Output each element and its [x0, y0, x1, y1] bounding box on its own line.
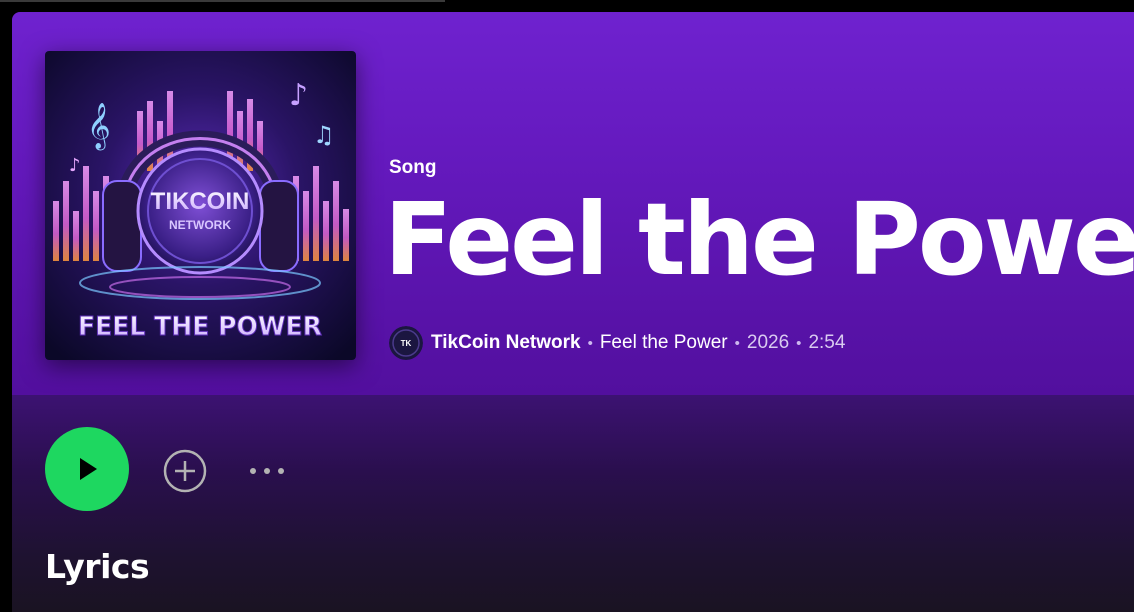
play-button[interactable] — [45, 427, 129, 511]
play-icon — [80, 458, 97, 480]
lyrics-heading: Lyrics — [45, 547, 150, 586]
meta-separator: • — [587, 334, 593, 352]
top-bar — [0, 0, 1134, 12]
artist-link[interactable]: TikCoin Network — [431, 332, 581, 354]
artist-avatar[interactable]: TK — [389, 326, 423, 360]
release-year: 2026 — [746, 332, 790, 353]
action-area — [12, 395, 1134, 612]
svg-text:𝄞: 𝄞 — [87, 103, 111, 151]
meta-separator: • — [796, 334, 802, 352]
add-circle-icon — [163, 449, 207, 493]
cover-logo-text: TIKCOIN — [151, 188, 250, 215]
add-to-library-button[interactable] — [163, 449, 207, 493]
more-options-button[interactable] — [242, 456, 292, 486]
song-cover-art[interactable]: 𝄞 ♪ ♫ ♪ TIKCOIN NETWORK FEEL THE POWER — [45, 51, 356, 360]
meta-separator: • — [734, 334, 740, 352]
song-meta: TK TikCoin Network • Feel the Power • 20… — [389, 326, 845, 360]
svg-text:♫: ♫ — [313, 121, 335, 149]
song-page: 𝄞 ♪ ♫ ♪ TIKCOIN NETWORK FEEL THE POWER S… — [12, 12, 1134, 612]
svg-text:♪: ♪ — [69, 155, 81, 176]
cover-title-text: FEEL THE POWER — [78, 312, 322, 342]
cover-logo-subtext: NETWORK — [169, 218, 231, 232]
album-link[interactable]: Feel the Power — [600, 332, 728, 354]
content-type-label: Song — [389, 157, 437, 178]
song-duration: 2:54 — [808, 332, 846, 353]
more-options-icon — [250, 468, 284, 474]
top-divider — [0, 0, 445, 2]
svg-text:♪: ♪ — [289, 78, 308, 113]
svg-text:TK: TK — [401, 339, 412, 348]
song-title: Feel the Power — [384, 181, 1134, 298]
